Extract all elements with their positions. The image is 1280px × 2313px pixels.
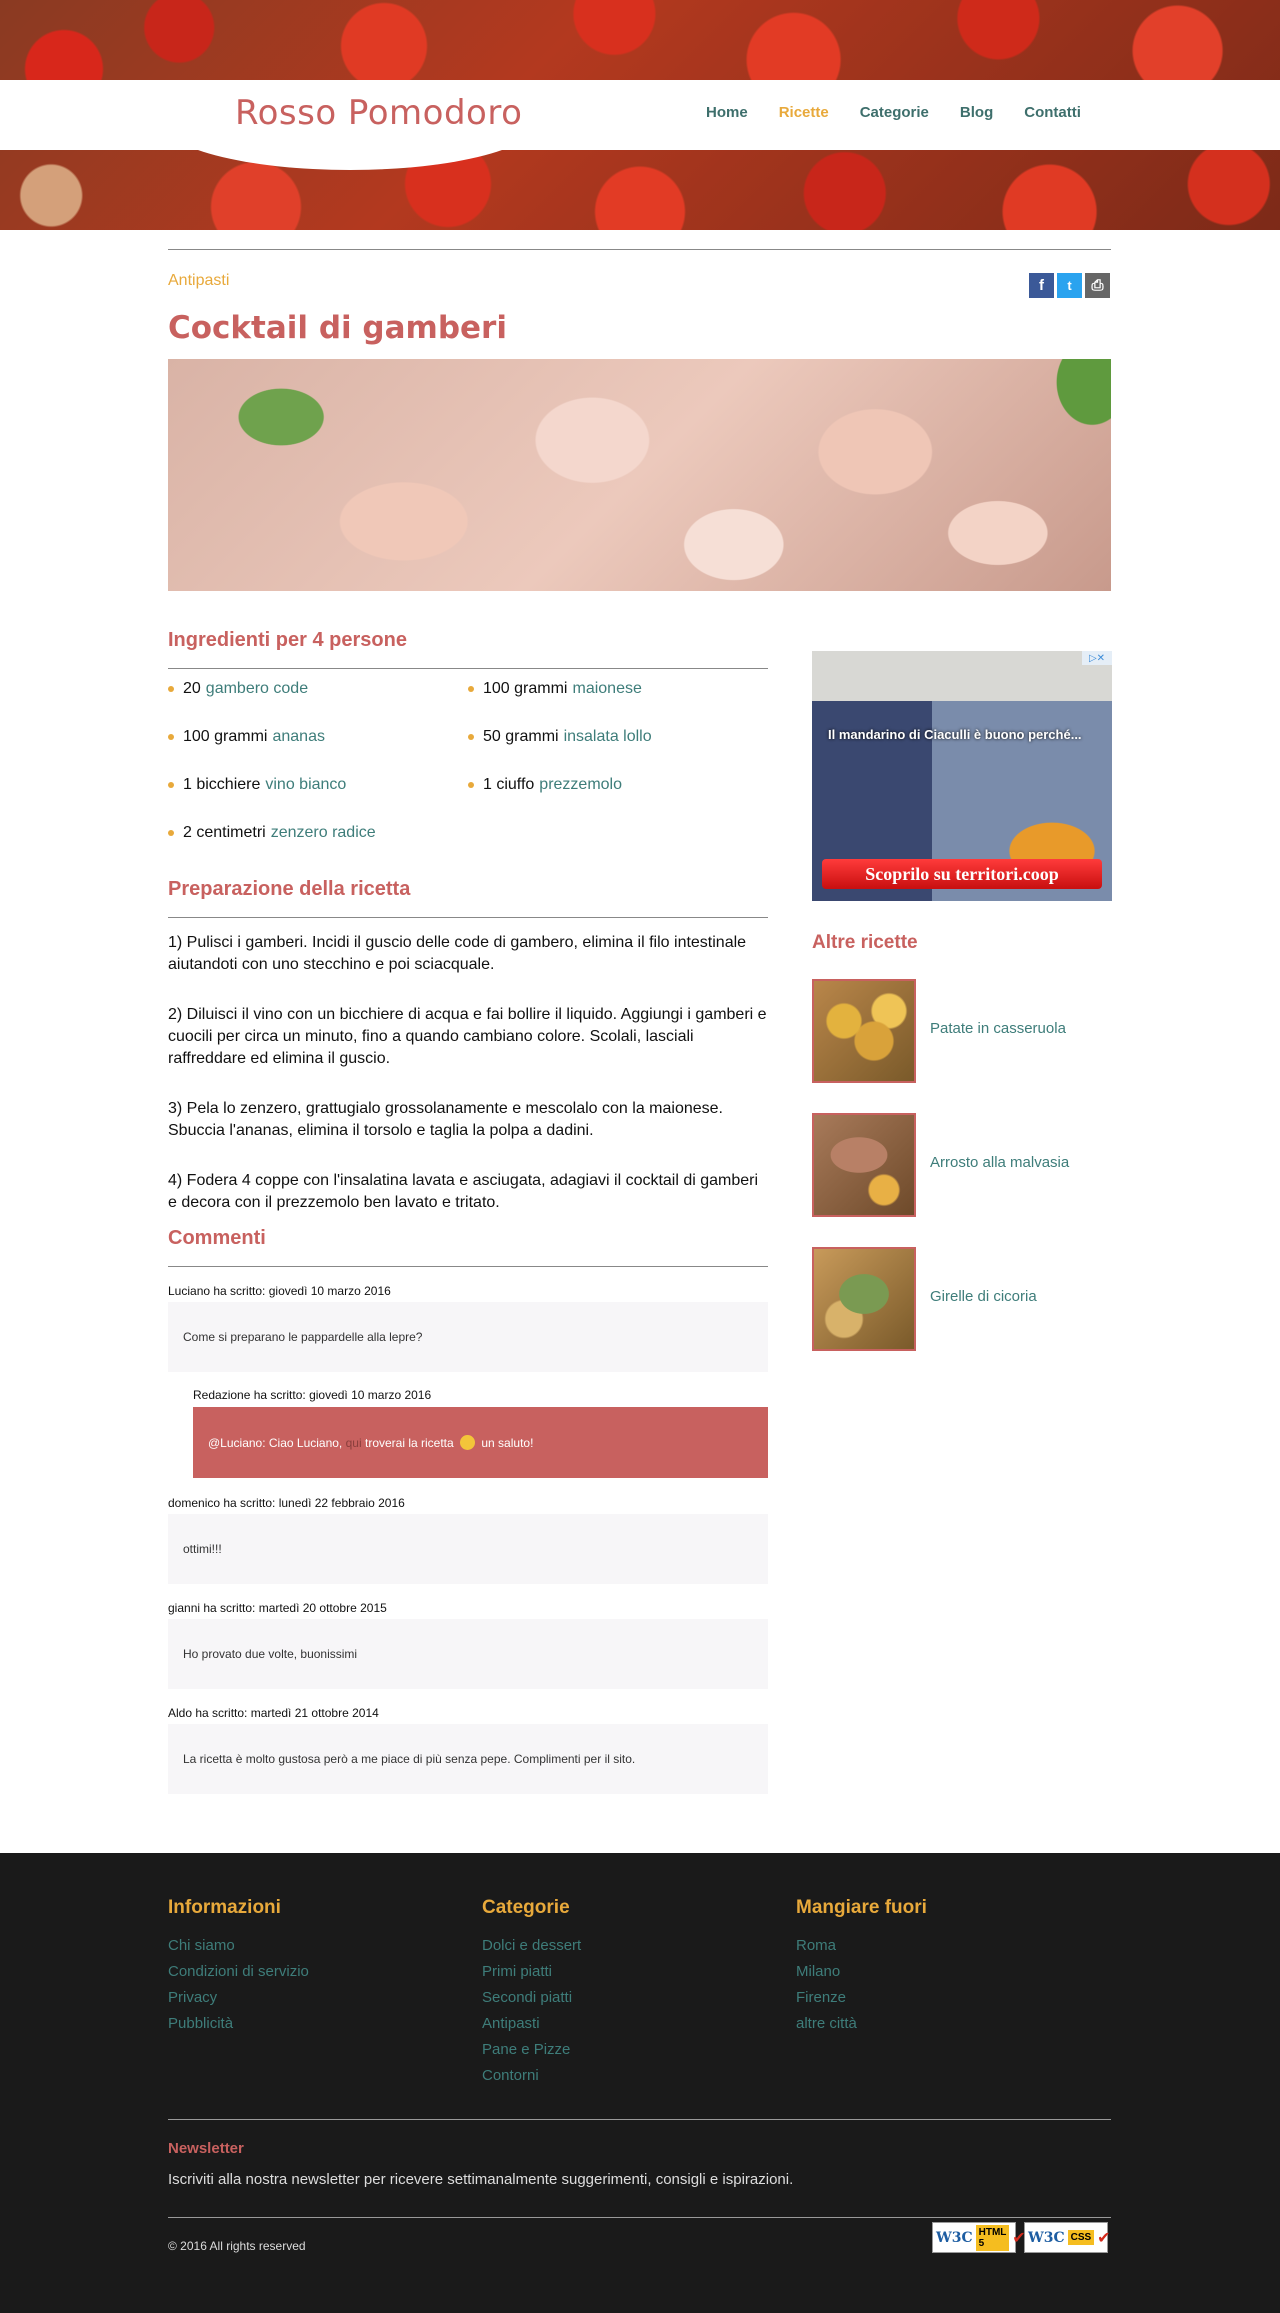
newsletter-heading: Newsletter bbox=[168, 2140, 244, 2157]
preparation-step: 4) Fodera 4 coppe con l'insalatina lavat… bbox=[168, 1172, 759, 1211]
footer-link[interactable]: Pane e Pizze bbox=[482, 2037, 581, 2063]
nav-ricette[interactable]: Ricette bbox=[779, 104, 829, 121]
recipe-thumbnail[interactable] bbox=[812, 1247, 916, 1351]
footer-links-categories: Dolci e dessert Primi piatti Secondi pia… bbox=[482, 1933, 581, 2089]
ingredient-link[interactable]: zenzero radice bbox=[271, 824, 376, 842]
preparation-divider bbox=[168, 917, 768, 918]
preparation-step: 1) Pulisci i gamberi. Incidi il guscio d… bbox=[168, 934, 747, 973]
footer-divider bbox=[168, 2119, 1111, 2120]
advertisement-banner[interactable]: ▷✕ Il mandarino di Ciaculli è buono perc… bbox=[812, 651, 1112, 901]
copyright: © 2016 All rights reserved bbox=[168, 2239, 306, 2253]
comment-author: Aldo ha scritto: martedì 21 ottobre 2014 bbox=[168, 1706, 379, 1720]
ingredient-link[interactable]: gambero code bbox=[206, 680, 308, 698]
footer-link[interactable]: Chi siamo bbox=[168, 1933, 309, 1959]
recipe-link[interactable]: Arrosto alla malvasia bbox=[930, 1154, 1069, 1171]
reply-recipe-link[interactable]: qui bbox=[346, 1436, 362, 1450]
w3c-html5-badge[interactable]: W3C HTML 5 ✔ bbox=[932, 2222, 1026, 2253]
site-logo[interactable]: Rosso Pomodoro bbox=[235, 93, 522, 133]
ingredient-item: 100 grammi ananas bbox=[168, 728, 325, 746]
footer-link[interactable]: Milano bbox=[796, 1959, 857, 1985]
ingredient-link[interactable]: maionese bbox=[572, 680, 641, 698]
ingredient-item: 2 centimetri zenzero radice bbox=[168, 824, 376, 842]
ingredient-link[interactable]: vino bianco bbox=[265, 776, 346, 794]
category-link[interactable]: Antipasti bbox=[168, 272, 229, 290]
footer-link[interactable]: Roma bbox=[796, 1933, 857, 1959]
comment-author: gianni ha scritto: martedì 20 ottobre 20… bbox=[168, 1601, 387, 1615]
footer-divider bbox=[168, 2217, 1111, 2218]
comment-author: Luciano ha scritto: giovedì 10 marzo 201… bbox=[168, 1284, 391, 1298]
footer-heading-categories: Categorie bbox=[482, 1897, 570, 1918]
facebook-icon[interactable]: f bbox=[1029, 273, 1054, 298]
comments-heading: Commenti bbox=[168, 1227, 266, 1249]
page: Rosso Pomodoro Home Ricette Categorie Bl… bbox=[0, 0, 1280, 2313]
comment-body: ottimi!!! bbox=[168, 1514, 768, 1584]
preparation-heading: Preparazione della ricetta bbox=[168, 878, 411, 900]
recipe-link[interactable]: Patate in casseruola bbox=[930, 1020, 1066, 1037]
footer-link[interactable]: Secondi piatti bbox=[482, 1985, 581, 2011]
ingredient-item: 100 grammi maionese bbox=[468, 680, 642, 698]
print-icon[interactable]: ⎙ bbox=[1085, 273, 1110, 298]
footer-link[interactable]: Contorni bbox=[482, 2063, 581, 2089]
comments-divider bbox=[168, 1266, 768, 1267]
footer-link[interactable]: Firenze bbox=[796, 1985, 857, 2011]
ingredients-divider bbox=[168, 668, 768, 669]
main-nav: Home Ricette Categorie Blog Contatti bbox=[706, 104, 1081, 121]
ingredient-item: 20 gambero code bbox=[168, 680, 308, 698]
recipe-thumbnail[interactable] bbox=[812, 1113, 916, 1217]
footer-link[interactable]: Antipasti bbox=[482, 2011, 581, 2037]
recipe-hero-image bbox=[168, 359, 1111, 591]
recipe-link[interactable]: Girelle di cicoria bbox=[930, 1288, 1037, 1305]
other-recipes-heading: Altre ricette bbox=[812, 932, 918, 953]
footer-link[interactable]: Privacy bbox=[168, 1985, 309, 2011]
ingredient-item: 1 bicchiere vino bianco bbox=[168, 776, 346, 794]
page-title: Cocktail di gamberi bbox=[168, 310, 507, 346]
nav-categorie[interactable]: Categorie bbox=[860, 104, 929, 121]
ingredient-link[interactable]: ananas bbox=[272, 728, 325, 746]
smiley-icon bbox=[460, 1435, 476, 1450]
comment-author: domenico ha scritto: lunedì 22 febbraio … bbox=[168, 1496, 405, 1510]
w3c-css-badge[interactable]: W3C CSS ✔ bbox=[1024, 2222, 1111, 2253]
reply-body: @Luciano: Ciao Luciano, qui troverai la … bbox=[193, 1407, 768, 1478]
newsletter-text: Iscriviti alla nostra newsletter per ric… bbox=[168, 2171, 794, 2188]
comment-body: Come si preparano le pappardelle alla le… bbox=[168, 1302, 768, 1372]
reply-author: Redazione ha scritto: giovedì 10 marzo 2… bbox=[193, 1388, 432, 1402]
nav-blog[interactable]: Blog bbox=[960, 104, 993, 121]
preparation-step: 3) Pela lo zenzero, grattugialo grossola… bbox=[168, 1100, 723, 1139]
twitter-icon[interactable]: t bbox=[1057, 273, 1082, 298]
comment-body: Ho provato due volte, buonissimi bbox=[168, 1619, 768, 1689]
ad-headline: Il mandarino di Ciaculli è buono perché.… bbox=[828, 727, 1082, 742]
footer-link[interactable]: Dolci e dessert bbox=[482, 1933, 581, 1959]
top-divider bbox=[168, 249, 1111, 250]
ad-cta-button[interactable]: Scoprilo su territori.coop bbox=[822, 859, 1102, 889]
footer-heading-info: Informazioni bbox=[168, 1897, 281, 1918]
ingredient-item: 1 ciuffo prezzemolo bbox=[468, 776, 622, 794]
footer-link[interactable]: Primi piatti bbox=[482, 1959, 581, 1985]
share-buttons: f t ⎙ bbox=[1029, 273, 1110, 298]
footer-heading-eat-out: Mangiare fuori bbox=[796, 1897, 927, 1918]
preparation-step: 2) Diluisci il vino con un bicchiere di … bbox=[168, 1006, 767, 1067]
recipe-thumbnail[interactable] bbox=[812, 979, 916, 1083]
ad-choices-icon[interactable]: ▷✕ bbox=[1082, 651, 1112, 665]
nav-home[interactable]: Home bbox=[706, 104, 748, 121]
ingredients-heading: Ingredienti per 4 persone bbox=[168, 629, 407, 651]
footer-link[interactable]: Pubblicità bbox=[168, 2011, 309, 2037]
nav-contatti[interactable]: Contatti bbox=[1024, 104, 1081, 121]
ingredient-link[interactable]: prezzemolo bbox=[539, 776, 622, 794]
footer-links-info: Chi siamo Condizioni di servizio Privacy… bbox=[168, 1933, 309, 2037]
ingredient-item: 50 grammi insalata lollo bbox=[468, 728, 652, 746]
comment-body: La ricetta è molto gustosa però a me pia… bbox=[168, 1724, 768, 1794]
footer-link[interactable]: altre città bbox=[796, 2011, 857, 2037]
footer-link[interactable]: Condizioni di servizio bbox=[168, 1959, 309, 1985]
ingredient-link[interactable]: insalata lollo bbox=[564, 728, 652, 746]
footer-links-eat-out: Roma Milano Firenze altre città bbox=[796, 1933, 857, 2037]
checkmark-icon: ✔ bbox=[1097, 2229, 1111, 2247]
